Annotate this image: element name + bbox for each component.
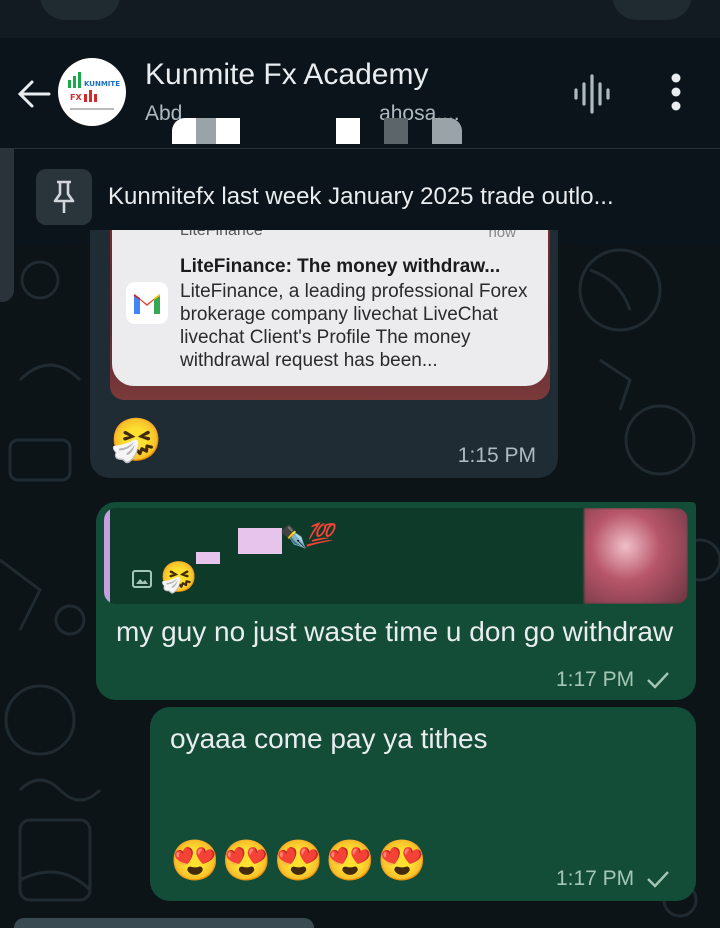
hundred-points-emoji: 💯	[306, 522, 334, 547]
message-timestamp-row: 1:17 PM	[556, 867, 670, 891]
image-attachment[interactable]: LiteFinance now LiteFinance: The money w…	[110, 230, 550, 400]
outgoing-message[interactable]: oyaaa come pay ya tithes 😍😍😍😍😍 1:17 PM	[150, 707, 696, 901]
gmail-icon	[126, 282, 168, 324]
heart-eyes-emojis: 😍😍😍😍😍	[170, 839, 430, 883]
redaction-mark	[238, 528, 282, 554]
notification-app-cut: LiteFinance	[180, 230, 263, 239]
message-timestamp: 1:15 PM	[457, 444, 536, 467]
message-text: my guy no just waste time u don go withd…	[116, 616, 674, 647]
notification-title: LiteFinance: The money withdraw...	[180, 256, 501, 277]
next-message-edge	[14, 918, 314, 928]
message-timestamp: 1:17 PM	[555, 867, 635, 890]
sent-check-icon	[647, 672, 669, 690]
redaction-mark	[196, 552, 220, 564]
quote-accent-bar	[104, 508, 110, 604]
status-blob	[40, 0, 120, 20]
sneezing-face-emoji: 🤧	[110, 416, 163, 463]
group-avatar[interactable]: KUNMITE FX	[58, 58, 126, 126]
photo-icon	[132, 570, 152, 588]
notification-card: LiteFinance now LiteFinance: The money w…	[112, 230, 548, 386]
kunmite-logo-icon: KUNMITE FX	[68, 72, 120, 110]
message-timestamp: 1:17 PM	[555, 668, 635, 691]
notification-body: LiteFinance, a leading professional Fore…	[180, 281, 528, 371]
outgoing-message[interactable]: ✒️ 💯 🤧 my guy no just waste time u don g…	[96, 502, 696, 700]
pin-icon	[36, 169, 92, 225]
quoted-reply[interactable]: ✒️ 💯 🤧	[104, 508, 688, 604]
incoming-message[interactable]: LiteFinance now LiteFinance: The money w…	[90, 230, 558, 478]
chat-header: KUNMITE FX Kunmite Fx Academy Abd ahosa,…	[0, 38, 720, 148]
status-bar	[0, 0, 720, 38]
status-blob	[612, 0, 692, 20]
svg-text:KUNMITE: KUNMITE	[84, 80, 120, 88]
svg-text:FX: FX	[70, 93, 82, 102]
more-options-icon[interactable]	[656, 68, 696, 118]
quote-thumbnail	[584, 508, 688, 604]
voice-chat-icon[interactable]	[570, 72, 614, 116]
sneezing-face-emoji: 🤧	[160, 561, 198, 594]
redaction-marks	[172, 118, 472, 148]
notification-time-cut: now	[488, 230, 516, 241]
chat-title[interactable]: Kunmite Fx Academy	[145, 58, 428, 92]
pen-emoji: ✒️	[280, 524, 308, 549]
back-arrow-icon[interactable]	[12, 72, 56, 116]
sent-check-icon	[647, 871, 669, 889]
message-text: oyaaa come pay ya tithes	[170, 723, 488, 754]
pinned-message-text: Kunmitefx last week January 2025 trade o…	[108, 183, 614, 210]
message-timestamp-row: 1:17 PM	[556, 668, 670, 692]
